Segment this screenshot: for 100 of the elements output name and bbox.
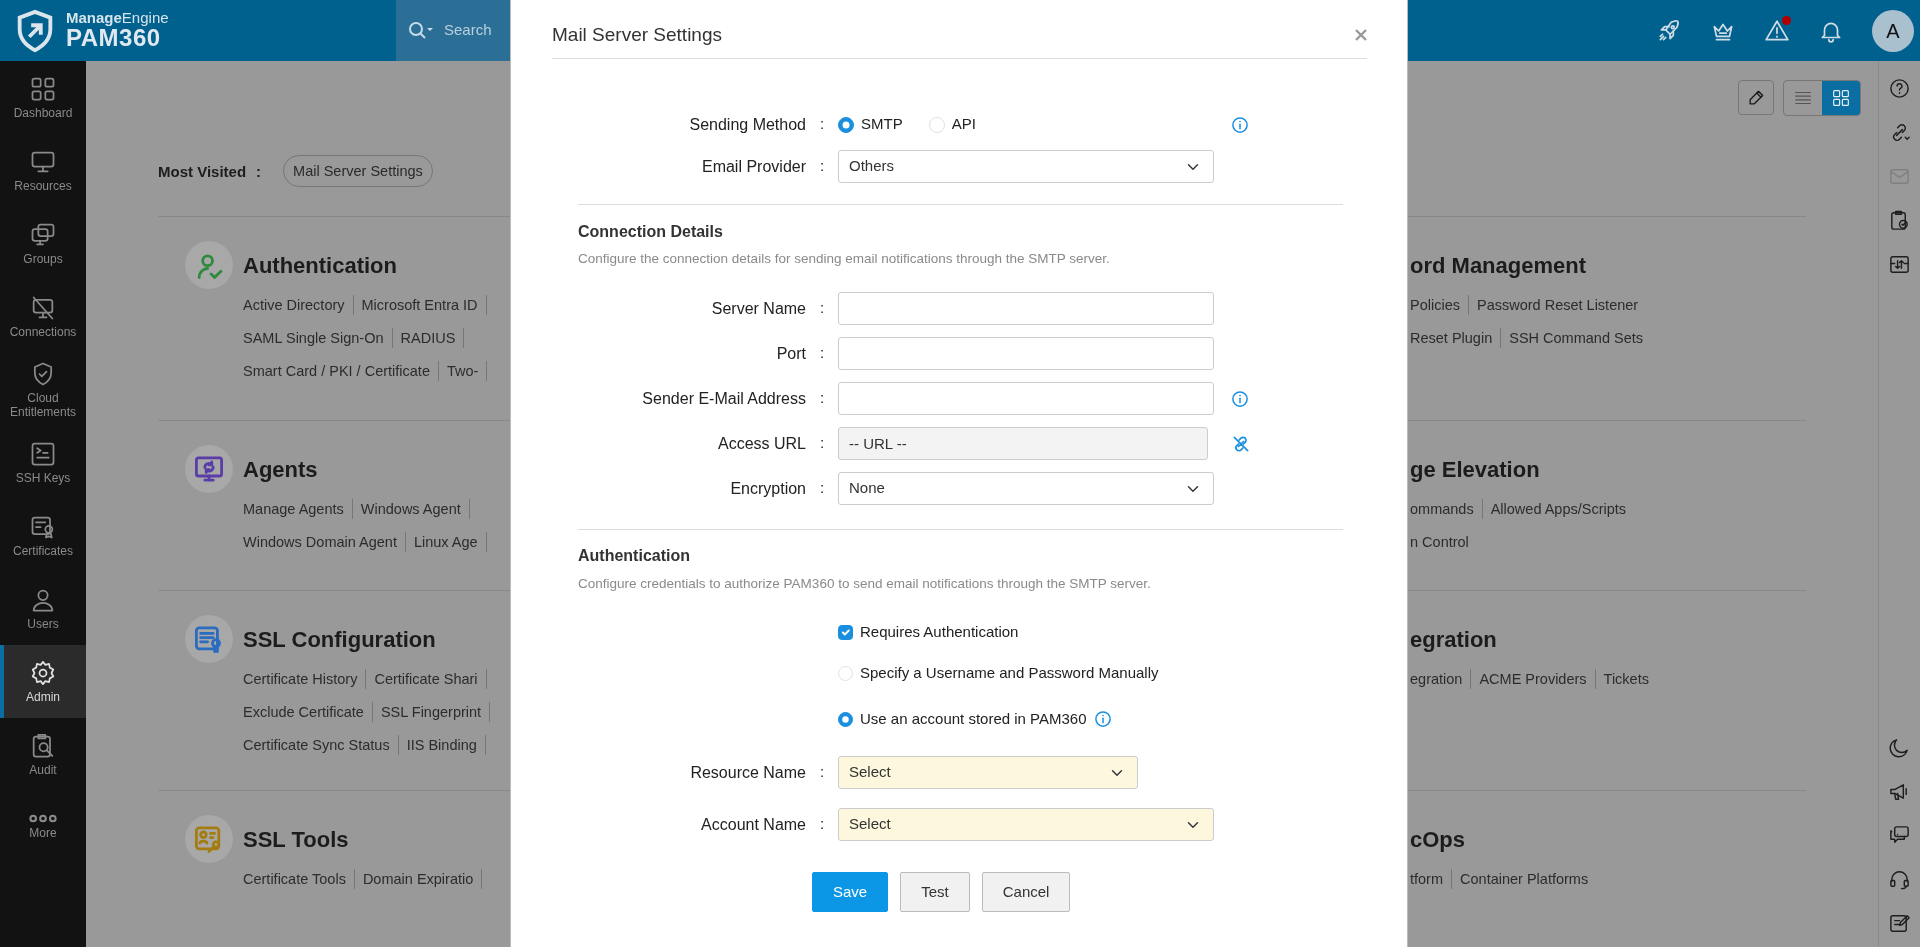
settings-link[interactable]: Policies bbox=[1410, 294, 1469, 315]
section-title: SSL Configuration bbox=[243, 625, 436, 654]
settings-link[interactable]: Linux Age bbox=[405, 531, 487, 552]
settings-link[interactable]: SSL Fingerprint bbox=[372, 701, 491, 722]
field-label: Server Name bbox=[710, 298, 806, 319]
search-icon bbox=[408, 20, 434, 41]
sidebar-item[interactable]: Certificates bbox=[0, 499, 86, 572]
info-icon[interactable] bbox=[1231, 115, 1249, 134]
section-heading: Authentication bbox=[578, 546, 691, 566]
sidebar-item[interactable]: Groups bbox=[0, 207, 86, 280]
radio-button[interactable] bbox=[838, 711, 853, 727]
section-title: egration bbox=[1410, 625, 1497, 654]
sidebar-item[interactable]: Admin bbox=[0, 645, 86, 718]
headset-icon[interactable] bbox=[1888, 868, 1911, 891]
close-icon bbox=[1355, 29, 1367, 41]
settings-link[interactable]: Two- bbox=[438, 360, 488, 381]
edit-button[interactable] bbox=[1738, 80, 1774, 115]
section-label: Most Visited bbox=[158, 162, 247, 182]
section-title: ge Elevation bbox=[1410, 455, 1540, 484]
label-colon: : bbox=[818, 478, 826, 499]
field-label: Port bbox=[775, 343, 806, 364]
label-colon: : bbox=[818, 298, 826, 319]
field-label: Account Name bbox=[700, 814, 806, 835]
label-colon: : bbox=[818, 388, 826, 409]
search-input[interactable]: Search bbox=[442, 18, 502, 43]
link-slash-icon[interactable] bbox=[1231, 433, 1251, 454]
section-title: cOps bbox=[1410, 825, 1466, 854]
encryption-select[interactable]: None bbox=[838, 472, 1214, 505]
section-title: ord Management bbox=[1410, 251, 1587, 280]
settings-link[interactable]: Container Platforms bbox=[1452, 868, 1597, 889]
settings-link[interactable]: Reset Plugin bbox=[1410, 327, 1502, 348]
input-field[interactable] bbox=[838, 382, 1214, 415]
settings-link[interactable]: ommands bbox=[1410, 498, 1483, 519]
section-title: SSL Tools bbox=[243, 825, 349, 854]
dialog-button[interactable]: Test bbox=[900, 872, 970, 912]
settings-link[interactable]: Allowed Apps/Scripts bbox=[1482, 498, 1635, 519]
option-label: SMTP bbox=[861, 114, 903, 135]
settings-link[interactable]: Password Reset Listener bbox=[1468, 294, 1647, 315]
provider-select[interactable]: Others bbox=[838, 150, 1214, 183]
sidebar-item[interactable]: Audit bbox=[0, 718, 86, 791]
settings-link[interactable]: egration bbox=[1410, 668, 1472, 689]
section-title: Agents bbox=[243, 455, 318, 484]
tray-arrows-icon[interactable] bbox=[1888, 253, 1911, 276]
sidebar-item[interactable]: Dashboard bbox=[0, 61, 86, 134]
settings-link[interactable]: IIS Binding bbox=[398, 734, 486, 755]
close-button[interactable] bbox=[1355, 29, 1367, 41]
settings-link[interactable]: SSH Command Sets bbox=[1501, 327, 1651, 348]
section-description: Configure the connection details for sending email notifications through the SMTP server. bbox=[578, 250, 1111, 268]
checkbox[interactable] bbox=[838, 624, 853, 640]
clipboard-check-icon[interactable] bbox=[1888, 209, 1911, 232]
settings-link[interactable]: Tickets bbox=[1595, 668, 1657, 689]
account-select[interactable]: Select bbox=[838, 808, 1214, 841]
settings-link[interactable]: RADIUS bbox=[392, 327, 465, 348]
save-button[interactable]: Save bbox=[812, 872, 889, 912]
resource-select[interactable]: Select bbox=[838, 756, 1138, 789]
dialog-button[interactable]: Cancel bbox=[981, 872, 1071, 912]
user-avatar[interactable]: A bbox=[1872, 9, 1914, 52]
settings-link[interactable]: Certificate Sync Status bbox=[243, 734, 399, 755]
field-label: Access URL bbox=[716, 433, 806, 454]
settings-link[interactable]: ACME Providers bbox=[1471, 668, 1596, 689]
input-field[interactable] bbox=[838, 292, 1214, 325]
settings-link[interactable]: Certificate Shari bbox=[366, 668, 487, 689]
rocket-icon[interactable] bbox=[1656, 17, 1682, 44]
settings-link[interactable]: SAML Single Sign-On bbox=[243, 327, 393, 348]
help-icon[interactable] bbox=[1888, 77, 1911, 100]
input-field[interactable] bbox=[838, 337, 1214, 370]
radio-button[interactable] bbox=[838, 116, 854, 133]
note-edit-icon[interactable] bbox=[1888, 912, 1911, 935]
label-colon: : bbox=[256, 162, 262, 182]
option-label: Requires Authentication bbox=[860, 621, 1019, 642]
settings-link[interactable]: Windows Agent bbox=[352, 498, 470, 519]
settings-link[interactable]: Microsoft Entra ID bbox=[353, 294, 487, 315]
field-label: Email Provider bbox=[700, 156, 806, 177]
sidebar-item[interactable]: Users bbox=[0, 572, 86, 645]
option-label: API bbox=[951, 114, 976, 135]
label-colon: : bbox=[818, 762, 826, 783]
sidebar-item[interactable]: Connections bbox=[0, 280, 86, 353]
settings-link[interactable]: Domain Expiratio bbox=[354, 868, 483, 889]
warning-icon[interactable] bbox=[1764, 17, 1790, 44]
settings-link[interactable]: Windows Domain Agent bbox=[243, 531, 406, 552]
sidebar-item[interactable]: SSH Keys bbox=[0, 426, 86, 499]
settings-link[interactable]: Exclude Certificate bbox=[243, 701, 373, 722]
sidebar-item[interactable]: More bbox=[0, 791, 86, 864]
settings-link[interactable]: tform bbox=[1410, 868, 1453, 889]
url-field: -- URL -- bbox=[838, 427, 1208, 460]
settings-link[interactable]: Manage Agents bbox=[243, 498, 353, 519]
section-description: Configure credentials to authorize PAM360 to send email notifications through the SMTP server. bbox=[578, 575, 1152, 593]
gear-icon bbox=[29, 658, 57, 687]
info-icon[interactable] bbox=[1231, 389, 1249, 408]
moon-icon[interactable] bbox=[1888, 736, 1911, 759]
settings-link[interactable]: Smart Card / PKI / Certificate bbox=[243, 360, 439, 381]
info-icon[interactable] bbox=[1093, 710, 1112, 728]
sidebar-item[interactable]: Resources bbox=[0, 134, 86, 207]
settings-link[interactable]: n Control bbox=[1410, 531, 1477, 552]
grid-view-button[interactable] bbox=[1822, 81, 1860, 115]
label-colon: : bbox=[818, 156, 826, 177]
sidebar-item[interactable]: Cloud Entitlements bbox=[0, 353, 86, 426]
settings-link[interactable]: Certificate History bbox=[243, 668, 367, 689]
settings-link[interactable]: Certificate Tools bbox=[243, 868, 355, 889]
settings-link[interactable]: Active Directory bbox=[243, 294, 354, 315]
